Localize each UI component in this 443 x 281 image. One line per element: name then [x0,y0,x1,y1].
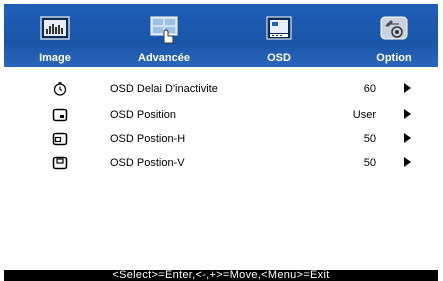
key-hint-bar: <Select>=Enter,<-,+>=Move,<Menu>=Exit [4,270,438,281]
option-icon [377,16,411,49]
chevron-right-icon[interactable] [404,157,411,167]
tab-osd[interactable]: OSD [254,4,304,67]
chevron-right-icon[interactable] [404,109,411,119]
timer-icon [52,81,68,97]
osd-menu: Image Advancée OSD Option OSD Delai D'in… [4,4,438,281]
setting-label: OSD Position [110,109,177,121]
osd-position-v-icon [52,155,68,171]
osd-position-icon [52,107,68,123]
tab-bar: Image Advancée OSD Option [4,4,438,67]
setting-label: OSD Postion-H [110,133,186,145]
image-icon [40,16,70,45]
setting-row-osd-position[interactable]: OSD Position User [4,103,438,127]
setting-value: 50 [363,133,376,145]
osd-icon [266,16,292,45]
tab-image-label: Image [39,52,71,64]
setting-label: OSD Delai D'inactivite [110,83,218,95]
tab-osd-label: OSD [267,52,291,64]
setting-row-osd-timeout[interactable]: OSD Delai D'inactivite 60 [4,77,438,101]
setting-value: User [352,109,376,121]
tab-image[interactable]: Image [30,4,80,67]
tab-advanced-label: Advancée [138,52,190,64]
chevron-right-icon[interactable] [404,133,411,143]
setting-value: 60 [363,83,376,95]
tab-option[interactable]: Option [359,4,429,67]
setting-row-osd-position-h[interactable]: OSD Postion-H 50 [4,127,438,151]
chevron-right-icon[interactable] [404,83,411,93]
tab-option-label: Option [376,52,412,64]
setting-value: 50 [363,157,376,169]
advanced-icon [149,16,179,49]
tab-advanced[interactable]: Advancée [124,4,204,67]
setting-label: OSD Postion-V [110,157,185,169]
osd-position-h-icon [52,131,68,147]
setting-row-osd-position-v[interactable]: OSD Postion-V 50 [4,151,438,175]
